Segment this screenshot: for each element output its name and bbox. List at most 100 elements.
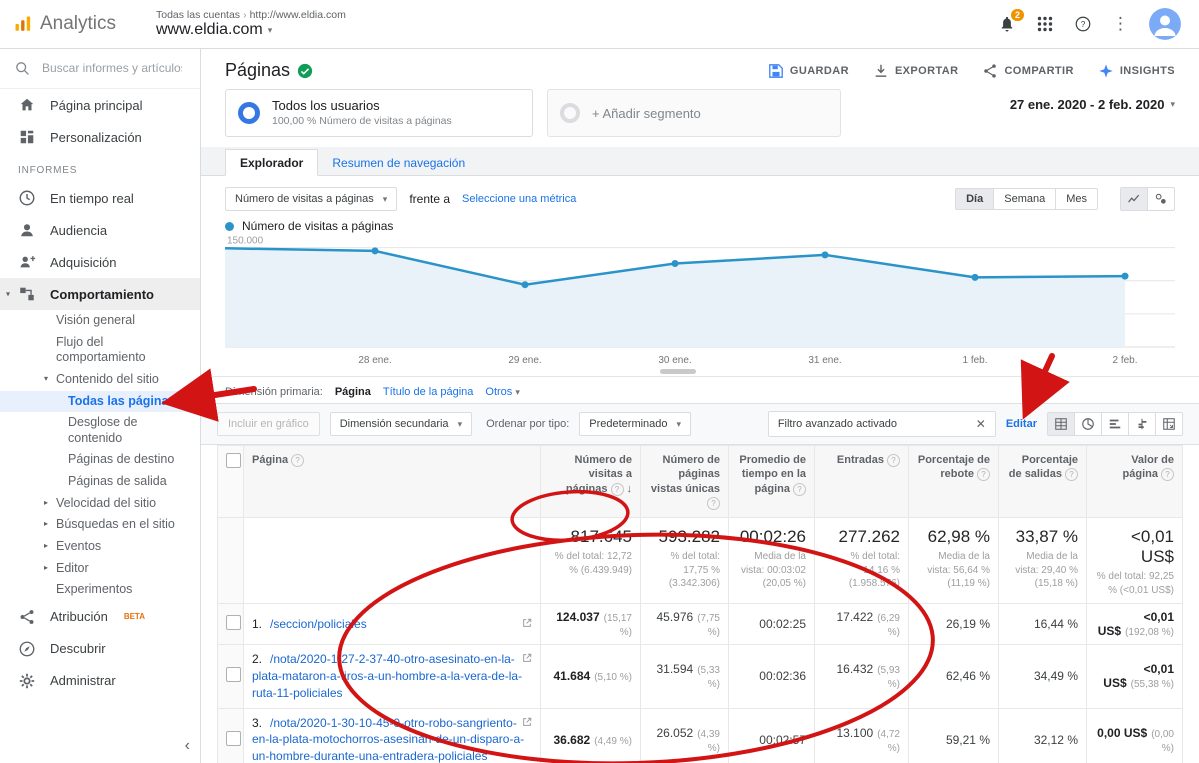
select-metric-link[interactable]: Seleccione una métrica [462,193,576,205]
column-header-tiempo[interactable]: Promedio de tiempo en la página? [729,446,815,518]
row-checkbox[interactable] [226,615,241,630]
sidebar-item-administrar[interactable]: Administrar [0,665,200,697]
summary-visits: 817.645% del total: 12,72 % (6.439.949) [541,518,641,604]
analytics-home-link[interactable]: Analytics [0,13,156,35]
sidebar-item-en-tiempo-real[interactable]: En tiempo real [0,182,200,214]
date-range-picker[interactable]: 27 ene. 2020 - 2 feb. 2020 ▾ [1010,89,1175,112]
sidebar-item-desglose-de-contenido[interactable]: Desglose de contenido [0,412,200,449]
sidebar-item-adquisicion[interactable]: Adquisición [0,246,200,278]
granularity-month-button[interactable]: Mes [1056,188,1098,210]
chart-scrollbar-thumb[interactable] [660,369,696,374]
avatar[interactable] [1149,8,1181,40]
sidebar-item-paginas-de-destino[interactable]: Páginas de destino [0,449,200,471]
page-link[interactable]: /nota/2020-1-27-2-37-40-otro-asesinato-e… [252,652,522,700]
column-header-rebote[interactable]: Porcentaje de rebote? [909,446,999,518]
sidebar-item-audiencia[interactable]: Audiencia [0,214,200,246]
external-link-icon[interactable] [522,616,532,633]
plot-rows-button[interactable]: Incluir en gráfico [217,412,320,436]
share-button[interactable]: COMPARTIR [982,63,1073,79]
expand-icon: ▸ [44,541,48,551]
notifications-button[interactable]: 2 [998,15,1016,33]
sidebar-item-pagina-principal[interactable]: Página principal [0,89,200,121]
column-header-pagina[interactable]: Página? [244,446,541,518]
more-menu-button[interactable]: ⋮ [1112,14,1129,34]
export-button[interactable]: EXPORTAR [873,63,959,79]
sidebar-item-label: Contenido del sitio [56,372,159,386]
search-input[interactable] [40,60,184,76]
view-pivot-button[interactable] [1155,413,1182,435]
dimension-titulo-pagina[interactable]: Título de la página [383,386,474,398]
report-header: Páginas GUARDAR EXPORTAR COMPARTIR INSIG… [201,48,1199,87]
line-chart-toggle-button[interactable] [1121,188,1147,210]
select-all-checkbox[interactable] [226,453,241,468]
sidebar-item-flujo-del-comportamiento[interactable]: Flujo del comportamiento [0,332,200,369]
sidebar-item-eventos[interactable]: ▸Eventos [0,536,200,558]
apps-grid-button[interactable] [1036,15,1054,33]
sidebar-item-label: Flujo del comportamiento [56,335,146,365]
chart-type-toggle [1120,187,1175,211]
breadcrumb-property[interactable]: http://www.eldia.com [250,9,346,21]
comparison-view-icon [1135,417,1149,431]
external-link-icon[interactable] [522,715,532,732]
cell-unique: 26.052(4,39 %) [641,708,729,763]
metric-selector[interactable]: Número de visitas a páginas▾ [225,187,397,211]
page-link[interactable]: /seccion/policiales [270,617,367,631]
save-button[interactable]: GUARDAR [768,63,849,79]
tab-explorador[interactable]: Explorador [225,149,318,176]
sidebar-item-todas-las-paginas[interactable]: Todas las páginas [0,391,200,413]
row-checkbox[interactable] [226,667,241,682]
dimension-otros[interactable]: Otros ▾ [485,386,520,398]
column-header-entradas[interactable]: Entradas? [815,446,909,518]
secondary-dimension-selector[interactable]: Dimensión secundaria▾ [330,412,472,436]
behavior-icon [18,285,36,303]
sidebar-item-personalizacion[interactable]: Personalización [0,121,200,153]
filter-chip-label: Filtro avanzado activado [778,418,897,430]
sidebar-item-editor[interactable]: ▸Editor [0,558,200,580]
chart-scrollbar [201,367,1199,377]
sidebar-item-vision-general[interactable]: Visión general [0,310,200,332]
sidebar-item-experimentos[interactable]: Experimentos [0,579,200,601]
sort-type-selector[interactable]: Predeterminado▾ [579,412,691,436]
external-link-icon[interactable] [522,651,532,668]
sidebar-item-contenido-del-sitio[interactable]: ▾Contenido del sitio [0,369,200,391]
sidebar-collapse-button[interactable]: ‹ [185,737,190,755]
sidebar-item-velocidad-del-sitio[interactable]: ▸Velocidad del sitio [0,493,200,515]
page-link[interactable]: /nota/2020-1-30-10-45-0-otro-robo-sangri… [252,716,524,763]
view-table-button[interactable] [1048,413,1074,435]
dimension-pagina[interactable]: Página [335,386,371,398]
view-comparison-button[interactable] [1128,413,1155,435]
account-switcher[interactable]: Todas las cuentas›http://www.eldia.com w… [156,9,346,39]
add-segment-button[interactable]: + Añadir segmento [547,89,841,137]
sort-desc-icon: ↓ [627,483,633,495]
help-button[interactable]: ? [1074,15,1092,33]
granularity-week-button[interactable]: Semana [994,188,1056,210]
sidebar-item-paginas-de-salida[interactable]: Páginas de salida [0,471,200,493]
legend-dot [225,222,234,231]
cell-entries: 13.100(4,72 %) [815,708,909,763]
sidebar-item-label: Visión general [56,313,135,327]
insights-button[interactable]: INSIGHTS [1098,63,1175,79]
row-checkbox[interactable] [226,731,241,746]
expand-icon: ▸ [44,498,48,508]
edit-filter-link[interactable]: Editar [1006,418,1037,430]
clear-filter-button[interactable]: ✕ [976,417,986,431]
view-percentage-button[interactable] [1074,413,1101,435]
report-actions: GUARDAR EXPORTAR COMPARTIR INSIGHTS [768,63,1175,79]
column-header-vistas-unicas[interactable]: Número de páginas vistas únicas? [641,446,729,518]
granularity-day-button[interactable]: Día [955,188,994,210]
breadcrumb-root[interactable]: Todas las cuentas [156,9,240,21]
sidebar-search[interactable] [0,48,200,89]
sort-type-label: Ordenar por tipo: [486,418,569,430]
column-header-salidas[interactable]: Porcentaje de salidas? [999,446,1087,518]
compare-chart-toggle-button[interactable] [1147,188,1174,210]
sidebar-item-busquedas-en-el-sitio[interactable]: ▸Búsquedas en el sitio [0,514,200,536]
sidebar-item-comportamiento[interactable]: ▾Comportamiento [0,278,200,310]
view-performance-button[interactable] [1101,413,1128,435]
sidebar-item-descubrir[interactable]: Descubrir [0,633,200,665]
cell-time: 00:02:25 [729,604,815,645]
column-header-valor[interactable]: Valor de página? [1087,446,1183,518]
tab-resumen-navegacion[interactable]: Resumen de navegación [318,150,479,175]
sidebar-item-atribucion[interactable]: AtribuciónBETA [0,601,200,633]
column-header-visitas[interactable]: Número de visitas a páginas?↓ [541,446,641,518]
segment-all-users[interactable]: Todos los usuarios 100,00 % Número de vi… [225,89,533,137]
